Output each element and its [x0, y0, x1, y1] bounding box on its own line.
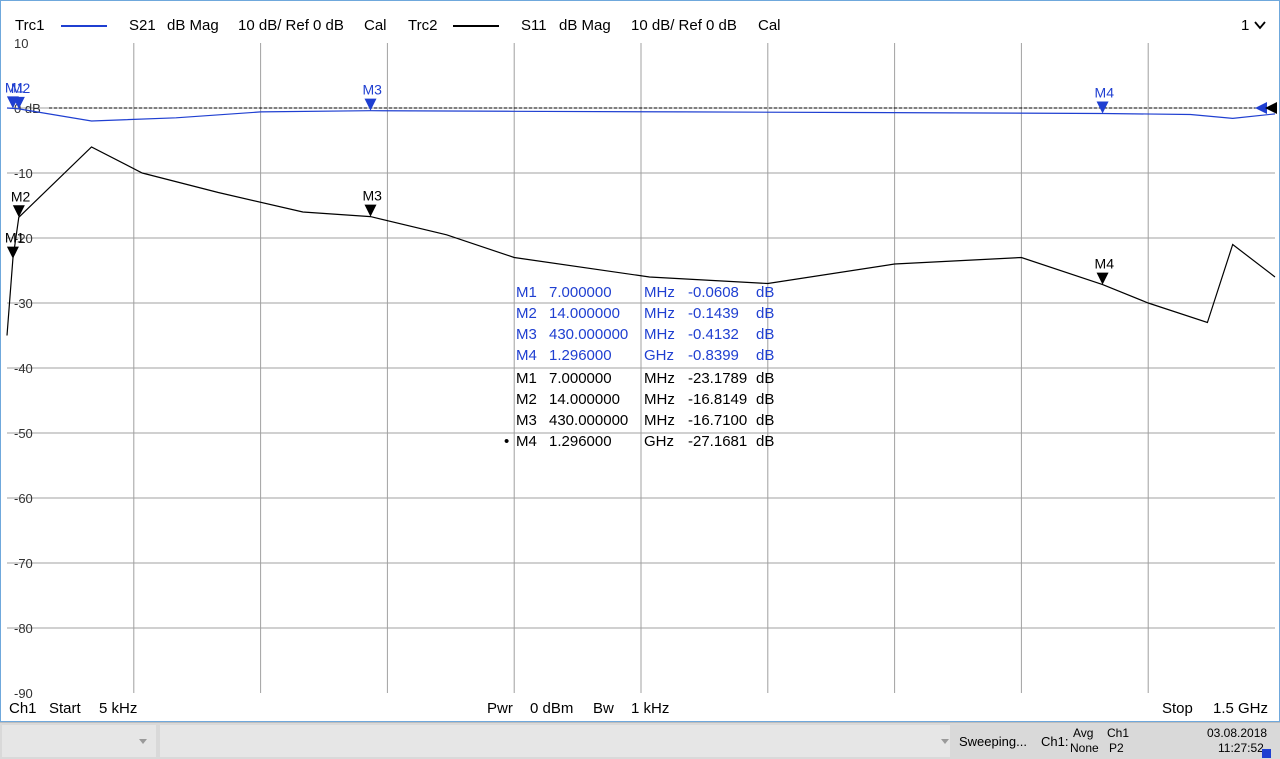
marker-readout-unit: MHz: [644, 391, 675, 408]
marker-readout-freq: 1.296000: [549, 347, 612, 364]
chevron-down-icon[interactable]: [940, 738, 950, 746]
marker-readout-label: M3: [516, 326, 537, 343]
marker-readout-label: M1: [516, 284, 537, 301]
y-tick-label: -50: [14, 426, 33, 441]
status-time: 11:27:52: [1218, 741, 1264, 755]
marker-readout-unit: MHz: [644, 326, 675, 343]
marker-label: M2: [11, 80, 31, 96]
marker-readout-vunit: dB: [756, 284, 775, 301]
footer-start-value[interactable]: 5 kHz: [99, 700, 137, 717]
marker-readout-value: -0.1439: [688, 305, 739, 322]
marker-readout-unit: MHz: [644, 412, 675, 429]
status-port: P2: [1109, 741, 1124, 755]
diagram-plot[interactable]: 100 dB-10-20-30-40-50-60-70-80-90M1M2 M3 M…: [1, 1, 1279, 721]
marker-readout-unit: MHz: [644, 284, 675, 301]
marker-label: M4: [1095, 84, 1115, 100]
y-tick-label: -30: [14, 296, 33, 311]
marker-readout-unit: GHz: [644, 433, 674, 450]
marker-readout-freq: 7.000000: [549, 370, 612, 387]
y-tick-label: 10: [14, 36, 28, 51]
marker-readout-vunit: dB: [756, 347, 775, 364]
marker-readout-vunit: dB: [756, 391, 775, 408]
marker-readout-freq: 1.296000: [549, 433, 612, 450]
marker-readout-value: -0.8399: [688, 347, 739, 364]
marker-readout-unit: MHz: [644, 370, 675, 387]
status-bar: Sweeping... Ch1: Avg None Ch1 P2 03.08.2…: [0, 722, 1280, 759]
marker-label: M2: [11, 188, 31, 204]
marker-readout-value: -16.8149: [688, 391, 748, 408]
status-date: 03.08.2018: [1207, 726, 1268, 740]
marker-readout-label: M2: [516, 391, 537, 408]
footer-stop-label: Stop: [1162, 700, 1193, 717]
marker-m4-icon[interactable]: [1096, 101, 1109, 114]
marker-readout-unit: MHz: [644, 305, 675, 322]
diagram-window: Trc1 S21 dB Mag 10 dB/ Ref 0 dB Cal Trc2…: [0, 0, 1280, 722]
marker-readout-vunit: dB: [756, 370, 775, 387]
footer-channel[interactable]: Ch1: [9, 700, 37, 717]
y-tick-label: -80: [14, 621, 33, 636]
status-channel: Ch1:: [1041, 734, 1069, 749]
y-tick-label: -10: [14, 166, 33, 181]
y-tick-label: -70: [14, 556, 33, 571]
marker-readout-freq: 430.000000: [549, 326, 629, 343]
marker-readout-value: -23.1789: [688, 370, 748, 387]
marker-readout-freq: 430.000000: [549, 412, 629, 429]
footer-bw-label: Bw: [593, 700, 614, 717]
chevron-down-icon[interactable]: [138, 738, 148, 746]
marker-label: M4: [1095, 256, 1115, 272]
footer-start-label: Start: [49, 700, 81, 717]
status-segment-left[interactable]: [2, 725, 156, 757]
status-segment-middle[interactable]: [160, 725, 950, 757]
marker-readout-vunit: dB: [756, 326, 775, 343]
marker-label: M3: [362, 82, 382, 98]
sweep-status: Sweeping...: [959, 734, 1027, 749]
marker-m1-icon[interactable]: [6, 246, 19, 259]
marker-active-indicator: •: [504, 433, 510, 450]
marker-readout-freq: 7.000000: [549, 284, 612, 301]
marker-readout-value: -16.7100: [688, 412, 748, 429]
marker-m2-icon[interactable]: [12, 205, 25, 218]
marker-readout-freq: 14.000000: [549, 305, 620, 322]
marker-readout-label: M2: [516, 305, 537, 322]
marker-readout-value: -27.1681: [688, 433, 748, 450]
marker-readout-label: M1: [516, 370, 537, 387]
status-ch1: Ch1: [1107, 726, 1130, 740]
resize-grip-icon[interactable]: [1262, 749, 1271, 758]
marker-readout-label: M4: [516, 433, 537, 450]
footer-pwr-label: Pwr: [487, 700, 513, 717]
y-tick-label: -60: [14, 491, 33, 506]
footer-stop-value[interactable]: 1.5 GHz: [1213, 700, 1268, 717]
channel-footer: Ch1 Start 5 kHz Pwr 0 dBm Bw 1 kHz Stop …: [1, 697, 1279, 721]
marker-readout-value: -0.4132: [688, 326, 739, 343]
marker-label: M3: [362, 188, 382, 204]
marker-m3-icon[interactable]: [364, 98, 377, 111]
y-tick-label: -40: [14, 361, 33, 376]
marker-readout-vunit: dB: [756, 433, 775, 450]
marker-label: M1: [5, 230, 25, 246]
status-avg: Avg: [1073, 726, 1094, 740]
marker-readout-freq: 14.000000: [549, 391, 620, 408]
marker-readout-vunit: dB: [756, 412, 775, 429]
footer-pwr-value[interactable]: 0 dBm: [530, 700, 573, 717]
status-avg-value: None: [1070, 741, 1099, 755]
marker-readout-label: M4: [516, 347, 537, 364]
marker-readout-vunit: dB: [756, 305, 775, 322]
marker-readout-unit: GHz: [644, 347, 674, 364]
footer-bw-value[interactable]: 1 kHz: [631, 700, 669, 717]
marker-readout-label: M3: [516, 412, 537, 429]
marker-m3-icon[interactable]: [364, 204, 377, 217]
marker-readout-value: -0.0608: [688, 284, 739, 301]
